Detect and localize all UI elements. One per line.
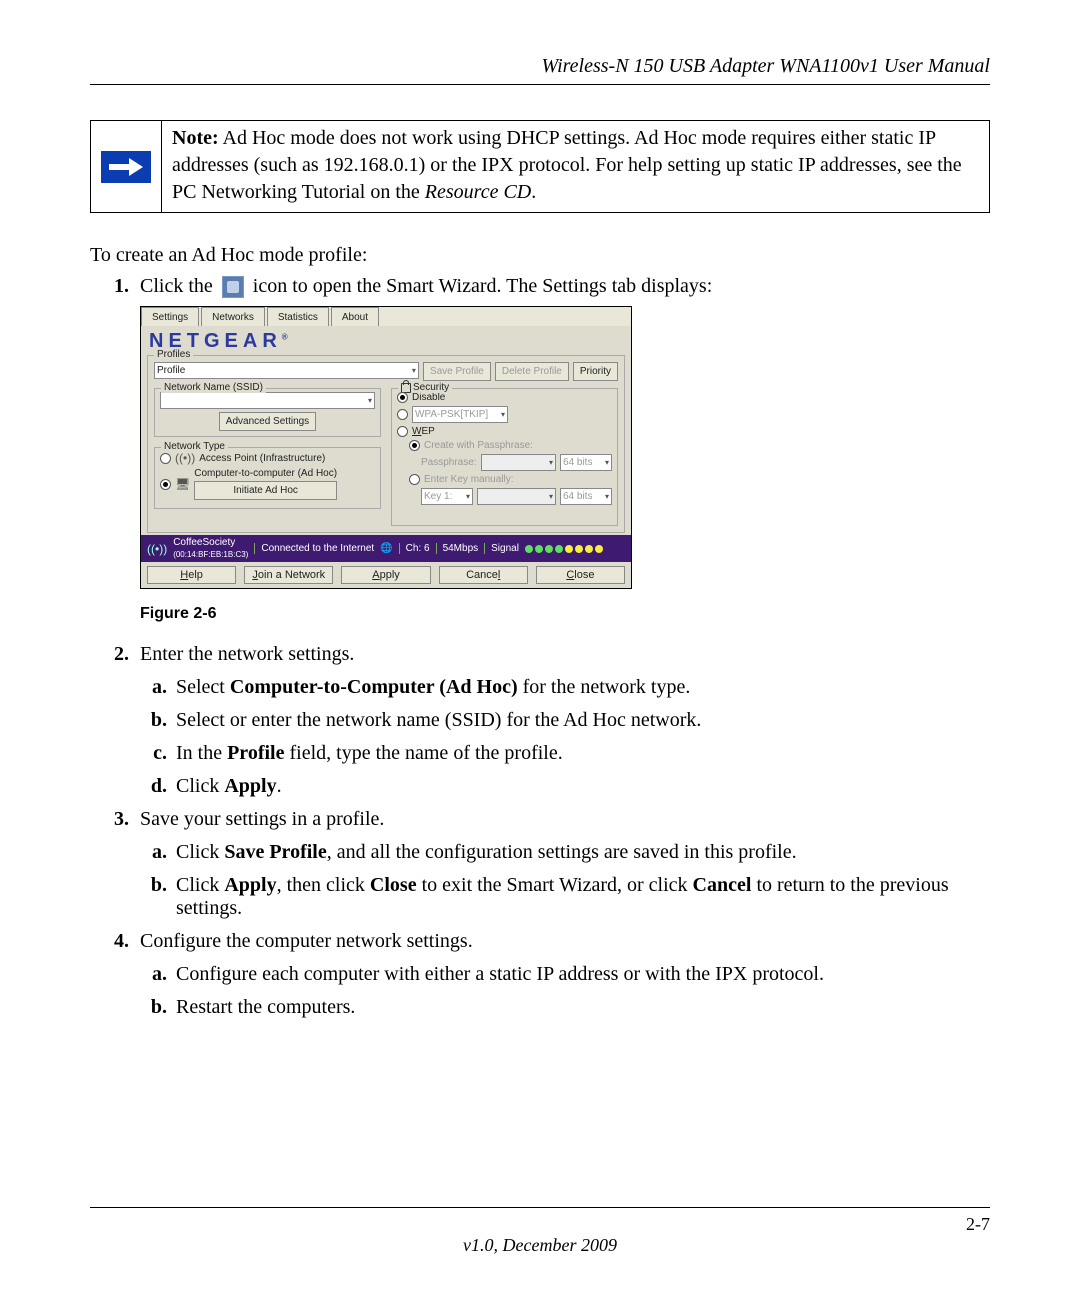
radio-disable[interactable] bbox=[397, 392, 408, 403]
key-input[interactable] bbox=[477, 488, 556, 505]
help-button[interactable]: Help bbox=[147, 566, 236, 584]
status-ch: 6 bbox=[424, 543, 430, 554]
step-4: Configure the computer network settings.… bbox=[134, 930, 990, 1019]
signal-antenna-icon: ((•)) bbox=[147, 542, 167, 556]
version-text: v1.0, December 2009 bbox=[90, 1235, 990, 1256]
profiles-legend: Profiles bbox=[154, 349, 193, 360]
header-rule bbox=[90, 84, 990, 85]
step1-post: icon to open the Smart Wizard. The Setti… bbox=[248, 275, 713, 297]
step-2b: Select or enter the network name (SSID) … bbox=[172, 709, 990, 732]
profile-dropdown[interactable]: Profile bbox=[154, 362, 419, 379]
tab-networks[interactable]: Networks bbox=[201, 307, 265, 326]
note-label: Note: bbox=[172, 127, 219, 149]
step4-text: Configure the computer network settings. bbox=[140, 930, 473, 952]
status-network-name: CoffeeSociety bbox=[173, 538, 235, 548]
step1-pre: Click the bbox=[140, 275, 218, 297]
settings-screenshot: Settings Networks Statistics About NETGE… bbox=[140, 306, 632, 589]
save-profile-button[interactable]: Save Profile bbox=[423, 362, 491, 381]
step-2d: Click Apply. bbox=[172, 775, 990, 798]
smart-wizard-icon bbox=[222, 276, 244, 298]
note-box: Note: Ad Hoc mode does not work using DH… bbox=[90, 120, 990, 213]
bottom-button-row: Help Join a Network Apply Cancel Close bbox=[141, 562, 631, 588]
page-footer: 2-7 v1.0, December 2009 bbox=[90, 1207, 990, 1256]
radio-enter-key[interactable] bbox=[409, 474, 420, 485]
tab-statistics[interactable]: Statistics bbox=[267, 307, 329, 326]
advanced-settings-button[interactable]: Advanced Settings bbox=[219, 412, 316, 431]
figure-caption: Figure 2-6 bbox=[140, 605, 990, 623]
join-network-button[interactable]: Join a Network bbox=[244, 566, 333, 584]
status-connection: Connected to the Internet bbox=[254, 543, 374, 554]
main-steps: Click the icon to open the Smart Wizard.… bbox=[90, 275, 990, 1019]
initiate-adhoc-button[interactable]: Initiate Ad Hoc bbox=[194, 481, 337, 500]
step-1: Click the icon to open the Smart Wizard.… bbox=[134, 275, 990, 623]
create-passphrase-label: Create with Passphrase: bbox=[424, 440, 533, 451]
adhoc-label: Computer-to-computer (Ad Hoc) bbox=[194, 468, 337, 479]
bits-dropdown-1[interactable]: 64 bits bbox=[560, 454, 612, 471]
passphrase-label: Passphrase: bbox=[421, 457, 477, 468]
computer-icon: 🖥 bbox=[175, 477, 190, 491]
note-body-2: . bbox=[531, 181, 536, 203]
security-legend: Security bbox=[398, 382, 452, 393]
step-4b: Restart the computers. bbox=[172, 996, 990, 1019]
step-2: Enter the network settings. Select Compu… bbox=[134, 643, 990, 798]
profiles-group: Profiles Profile Save Profile Delete Pro… bbox=[147, 355, 625, 533]
access-point-icon: ((•)) bbox=[175, 451, 195, 465]
step-4a: Configure each computer with either a st… bbox=[172, 963, 990, 986]
radio-wep[interactable] bbox=[397, 426, 408, 437]
page-header: Wireless-N 150 USB Adapter WNA1100v1 Use… bbox=[90, 55, 990, 78]
radio-wpapsk[interactable] bbox=[397, 409, 408, 420]
lock-icon bbox=[401, 383, 411, 393]
status-mac: (00:14:BF:EB:1B:C3) bbox=[173, 551, 248, 559]
note-text: Note: Ad Hoc mode does not work using DH… bbox=[162, 121, 989, 212]
step2-text: Enter the network settings. bbox=[140, 643, 354, 665]
step3-text: Save your settings in a profile. bbox=[140, 808, 384, 830]
note-body-1: Ad Hoc mode does not work using DHCP set… bbox=[172, 127, 962, 203]
status-ch-label: Ch: bbox=[406, 543, 422, 554]
step-2c: In the Profile field, type the name of t… bbox=[172, 742, 990, 765]
page-number: 2-7 bbox=[966, 1214, 990, 1235]
netgear-logo: NETGEAR® bbox=[141, 326, 631, 353]
key-dropdown[interactable]: Key 1: bbox=[421, 488, 473, 505]
delete-profile-button[interactable]: Delete Profile bbox=[495, 362, 569, 381]
network-type-group: Network Type ((•))Access Point (Infrastr… bbox=[154, 447, 381, 509]
step-3a: Click Save Profile, and all the configur… bbox=[172, 841, 990, 864]
radio-adhoc[interactable] bbox=[160, 479, 171, 490]
step-3: Save your settings in a profile. Click S… bbox=[134, 808, 990, 920]
radio-access-point[interactable] bbox=[160, 453, 171, 464]
note-italic: Resource CD bbox=[425, 181, 531, 203]
signal-strength-dots bbox=[525, 545, 603, 553]
arrow-right-icon bbox=[101, 151, 151, 183]
wep-label: WEP bbox=[412, 426, 435, 437]
ssid-legend: Network Name (SSID) bbox=[161, 382, 266, 393]
status-signal-label: Signal bbox=[484, 543, 519, 554]
footer-rule bbox=[90, 1207, 990, 1208]
bits-dropdown-2[interactable]: 64 bits bbox=[560, 488, 612, 505]
tab-about[interactable]: About bbox=[331, 307, 379, 326]
cancel-button[interactable]: Cancel bbox=[439, 566, 528, 584]
wpapsk-dropdown[interactable]: WPA-PSK[TKIP] bbox=[412, 406, 508, 423]
tab-bar: Settings Networks Statistics About bbox=[141, 307, 631, 326]
radio-create-passphrase[interactable] bbox=[409, 440, 420, 451]
network-type-legend: Network Type bbox=[161, 441, 228, 452]
step-2a: Select Computer-to-Computer (Ad Hoc) for… bbox=[172, 676, 990, 699]
globe-icon: 🌐 bbox=[380, 543, 392, 554]
ssid-group: Network Name (SSID) Advanced Settings bbox=[154, 388, 381, 437]
intro-text: To create an Ad Hoc mode profile: bbox=[90, 241, 990, 269]
ssid-dropdown[interactable] bbox=[160, 392, 375, 409]
passphrase-input[interactable] bbox=[481, 454, 556, 471]
tab-settings[interactable]: Settings bbox=[141, 307, 199, 326]
apply-button[interactable]: Apply bbox=[341, 566, 430, 584]
status-bar: ((•)) CoffeeSociety (00:14:BF:EB:1B:C3) … bbox=[141, 535, 631, 562]
step-3b: Click Apply, then click Close to exit th… bbox=[172, 874, 990, 920]
status-rate: 54Mbps bbox=[436, 543, 479, 554]
note-icon-cell bbox=[91, 121, 162, 212]
priority-button[interactable]: Priority bbox=[573, 362, 618, 381]
enter-key-label: Enter Key manually: bbox=[424, 474, 514, 485]
access-point-label: Access Point (Infrastructure) bbox=[199, 453, 325, 464]
security-group: Security Disable WPA-PSK[TKIP] WEP Creat… bbox=[391, 388, 618, 526]
close-button[interactable]: Close bbox=[536, 566, 625, 584]
disable-label: Disable bbox=[412, 392, 445, 403]
